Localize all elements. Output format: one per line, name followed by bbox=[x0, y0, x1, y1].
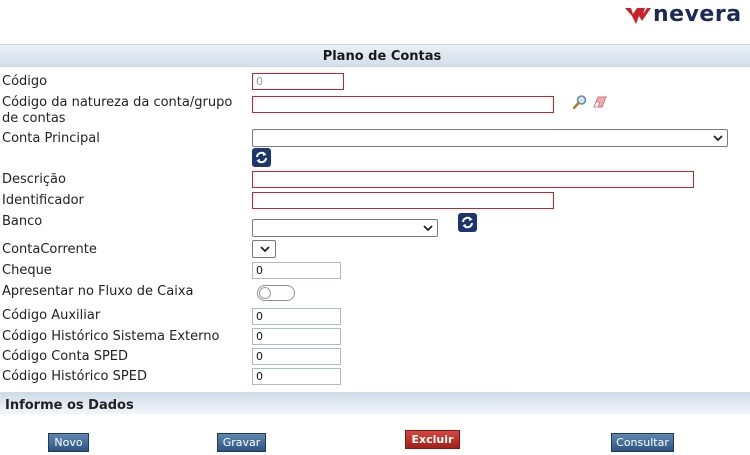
codigo-input[interactable] bbox=[252, 73, 344, 90]
chevron-down-icon bbox=[713, 135, 723, 142]
page-title-bar: Plano de Contas bbox=[0, 44, 750, 67]
descricao-label: Descrição bbox=[2, 172, 66, 187]
gravar-button[interactable]: Gravar bbox=[217, 433, 266, 452]
eraser-icon[interactable] bbox=[593, 96, 607, 108]
conta-principal-select[interactable] bbox=[252, 129, 728, 147]
codigo-auxiliar-label: Código Auxiliar bbox=[2, 308, 101, 323]
page-title: Plano de Contas bbox=[322, 49, 442, 64]
fluxo-caixa-label: Apresentar no Fluxo de Caixa bbox=[2, 284, 194, 299]
historico-sped-input[interactable] bbox=[252, 368, 341, 385]
toggle-knob bbox=[259, 287, 271, 299]
conta-principal-refresh-button[interactable] bbox=[252, 148, 271, 167]
codigo-label: Código bbox=[2, 74, 48, 89]
cheque-label: Cheque bbox=[2, 263, 52, 278]
chevron-down-icon bbox=[260, 246, 270, 253]
natureza-label-line2: de contas bbox=[2, 111, 66, 126]
nevera-logo-text: nevera bbox=[653, 2, 742, 27]
banco-label: Banco bbox=[2, 214, 43, 229]
novo-button[interactable]: Novo bbox=[48, 433, 89, 452]
historico-sped-label: Código Histórico SPED bbox=[2, 369, 147, 384]
natureza-label-line1: Código da natureza da conta/grupo bbox=[2, 95, 233, 110]
conta-sped-label: Código Conta SPED bbox=[2, 349, 129, 364]
historico-externo-input[interactable] bbox=[252, 328, 341, 345]
nevera-logo-mark bbox=[625, 8, 651, 24]
consultar-button[interactable]: Consultar bbox=[611, 433, 674, 452]
identificador-input[interactable] bbox=[252, 192, 554, 209]
refresh-icon bbox=[462, 216, 473, 229]
banco-refresh-button[interactable] bbox=[458, 213, 477, 232]
codigo-auxiliar-input[interactable] bbox=[252, 308, 341, 325]
excluir-button[interactable]: Excluir bbox=[405, 430, 460, 449]
section-header: Informe os Dados bbox=[0, 392, 750, 414]
conta-corrente-label: ContaCorrente bbox=[2, 242, 97, 257]
magnifier-icon[interactable] bbox=[572, 94, 588, 110]
natureza-input[interactable] bbox=[252, 96, 554, 113]
banco-select[interactable] bbox=[252, 219, 438, 237]
chevron-down-icon bbox=[423, 225, 433, 232]
identificador-label: Identificador bbox=[2, 193, 84, 208]
conta-sped-input[interactable] bbox=[252, 348, 341, 365]
section-title: Informe os Dados bbox=[5, 398, 134, 413]
conta-principal-label: Conta Principal bbox=[2, 131, 100, 146]
refresh-icon bbox=[256, 151, 267, 164]
historico-externo-label: Código Histórico Sistema Externo bbox=[2, 329, 220, 344]
conta-corrente-select[interactable] bbox=[252, 240, 276, 258]
cheque-input[interactable] bbox=[252, 262, 341, 279]
descricao-input[interactable] bbox=[252, 171, 694, 188]
natureza-label: Código da natureza da conta/grupo de con… bbox=[2, 95, 232, 127]
fluxo-caixa-toggle[interactable] bbox=[257, 285, 295, 301]
